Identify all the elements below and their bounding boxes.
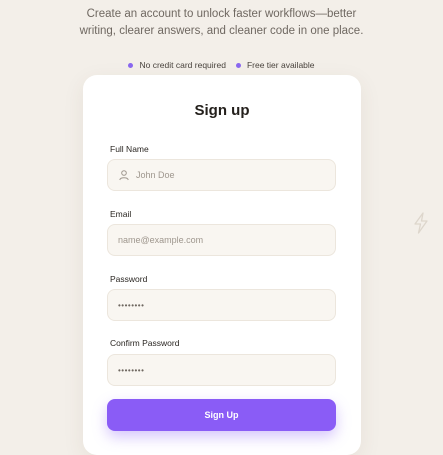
confirm-password-label: Confirm Password xyxy=(110,338,180,348)
password-input[interactable] xyxy=(118,300,325,310)
perks-row: No credit card required Free tier availa… xyxy=(0,60,443,70)
email-label: Email xyxy=(110,209,132,219)
confirm-password-field-wrapper xyxy=(107,354,336,386)
perk-free-tier: Free tier available xyxy=(235,60,315,70)
lightning-bolt-icon xyxy=(414,212,428,234)
email-input[interactable] xyxy=(118,235,325,245)
intro-line-2: writing, clearer answers, and cleaner co… xyxy=(79,25,364,37)
full-name-field-wrapper xyxy=(107,159,336,191)
signup-card: Sign up Full Name Email Password Confirm… xyxy=(83,75,361,455)
bullet-dot-icon xyxy=(128,62,134,68)
perk-label: No credit card required xyxy=(139,60,226,70)
user-icon xyxy=(119,170,129,181)
full-name-input[interactable] xyxy=(136,170,325,180)
bullet-dot-icon xyxy=(235,62,241,68)
perk-label: Free tier available xyxy=(246,60,315,70)
email-field-wrapper xyxy=(107,224,336,256)
confirm-password-input[interactable] xyxy=(118,365,325,375)
intro-line-1: Create an account to unlock faster workf… xyxy=(86,8,357,20)
intro-text: Create an account to unlock faster workf… xyxy=(0,6,443,40)
password-field-wrapper xyxy=(107,289,336,321)
perk-no-credit-card: No credit card required xyxy=(128,60,226,70)
password-label: Password xyxy=(110,274,148,284)
full-name-label: Full Name xyxy=(110,144,149,154)
form-title: Sign up xyxy=(194,102,250,119)
sign-up-button[interactable]: Sign Up xyxy=(107,399,336,431)
